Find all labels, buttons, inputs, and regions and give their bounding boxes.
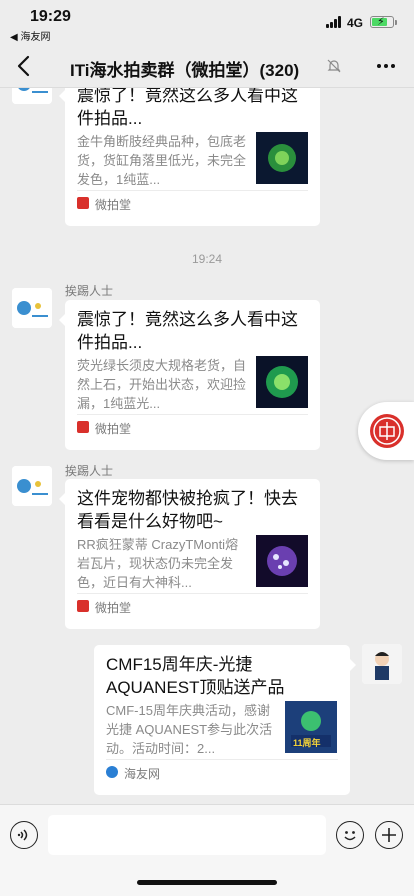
more-icon[interactable] [374,54,398,78]
plus-icon[interactable] [375,821,403,849]
card-description: 金牛角断肢经典品种，包底老货，货缸角落里低光，未完全发色，1纯蓝... [77,134,247,187]
sender-avatar[interactable] [12,288,52,328]
home-indicator [137,880,277,885]
card-title: CMF15周年庆-光捷AQUANEST顶贴送产品 [106,655,285,697]
link-card[interactable]: 这件宠物都快被抢疯了！快去看看是什么好物吧~ RR疯狂蒙蒂 CrazyTMont… [59,479,320,629]
card-divider [77,414,308,415]
chat-title: ITi海水拍卖群（微拍堂）(320) [70,61,300,80]
card-thumbnail [256,535,308,587]
card-divider [77,593,308,594]
card-description: CMF-15周年庆典活动，感谢光捷 AQUANEST参与此次活动。活动时间：2.… [106,703,273,756]
card-thumbnail: 11周年 [285,701,337,753]
card-thumbnail [256,356,308,408]
sender-name: 挨踢人士 [65,284,114,298]
back-icon[interactable] [14,54,36,78]
link-card[interactable]: 震惊了！竟然这么多人看中这件拍品... 金牛角断肢经典品种，包底老货，货缸角落里… [59,88,320,226]
my-avatar[interactable] [362,644,402,684]
link-card[interactable]: 震惊了！竟然这么多人看中这件拍品... 荧光绿长须皮大规格老货，自然上石，开始出… [59,300,320,450]
signal-icon [326,16,344,28]
card-title: 这件宠物都快被抢疯了！快去看看是什么好物吧~ [77,489,298,531]
auction-float-icon [370,414,404,448]
sender-avatar[interactable] [12,88,52,104]
thumb-caption: 11周年 [293,738,321,748]
card-thumbnail [256,132,308,184]
card-description: 荧光绿长须皮大规格老货，自然上石，开始出状态，欢迎捡漏，1纯蓝光... [77,358,247,411]
weipaitang-icon [77,600,89,612]
weipaitang-icon [77,197,89,209]
status-time: 19:29 [30,8,71,25]
mute-icon [326,58,342,74]
network-type: 4G [347,16,364,30]
card-divider [106,759,338,760]
haiyou-icon [106,766,118,778]
message-input[interactable] [48,815,326,855]
sender-avatar[interactable] [12,466,52,506]
sender-name: 挨踢人士 [65,464,114,478]
card-description: RR疯狂蒙蒂 CrazyTMonti熔岩瓦片，现状态仍未完全发色，近日有大神科.… [77,537,239,590]
time-separator: 19:24 [191,252,223,266]
link-card[interactable]: CMF15周年庆-光捷AQUANEST顶贴送产品 CMF-15周年庆典活动，感谢… [94,645,356,795]
card-title: 震惊了！竟然这么多人看中这件拍品... [77,310,298,352]
emoji-icon[interactable] [336,821,364,849]
card-divider [77,190,308,191]
chat-header: ITi海水拍卖群（微拍堂）(320) [0,44,414,88]
battery-icon: ⚡ [370,16,394,28]
voice-icon[interactable] [10,821,38,849]
card-title: 震惊了！竟然这么多人看中这件拍品... [77,88,298,128]
status-bar: 19:29 ◀ 海友网 4G ⚡ [0,0,414,44]
weipaitang-icon [77,421,89,433]
message-list[interactable]: 震惊了！竟然这么多人看中这件拍品... 金牛角断肢经典品种，包底老货，货缸角落里… [0,88,414,804]
battery-cap [395,20,397,25]
auction-float-button[interactable] [358,402,414,460]
back-to-app-link[interactable]: ◀ 海友网 [10,28,50,43]
